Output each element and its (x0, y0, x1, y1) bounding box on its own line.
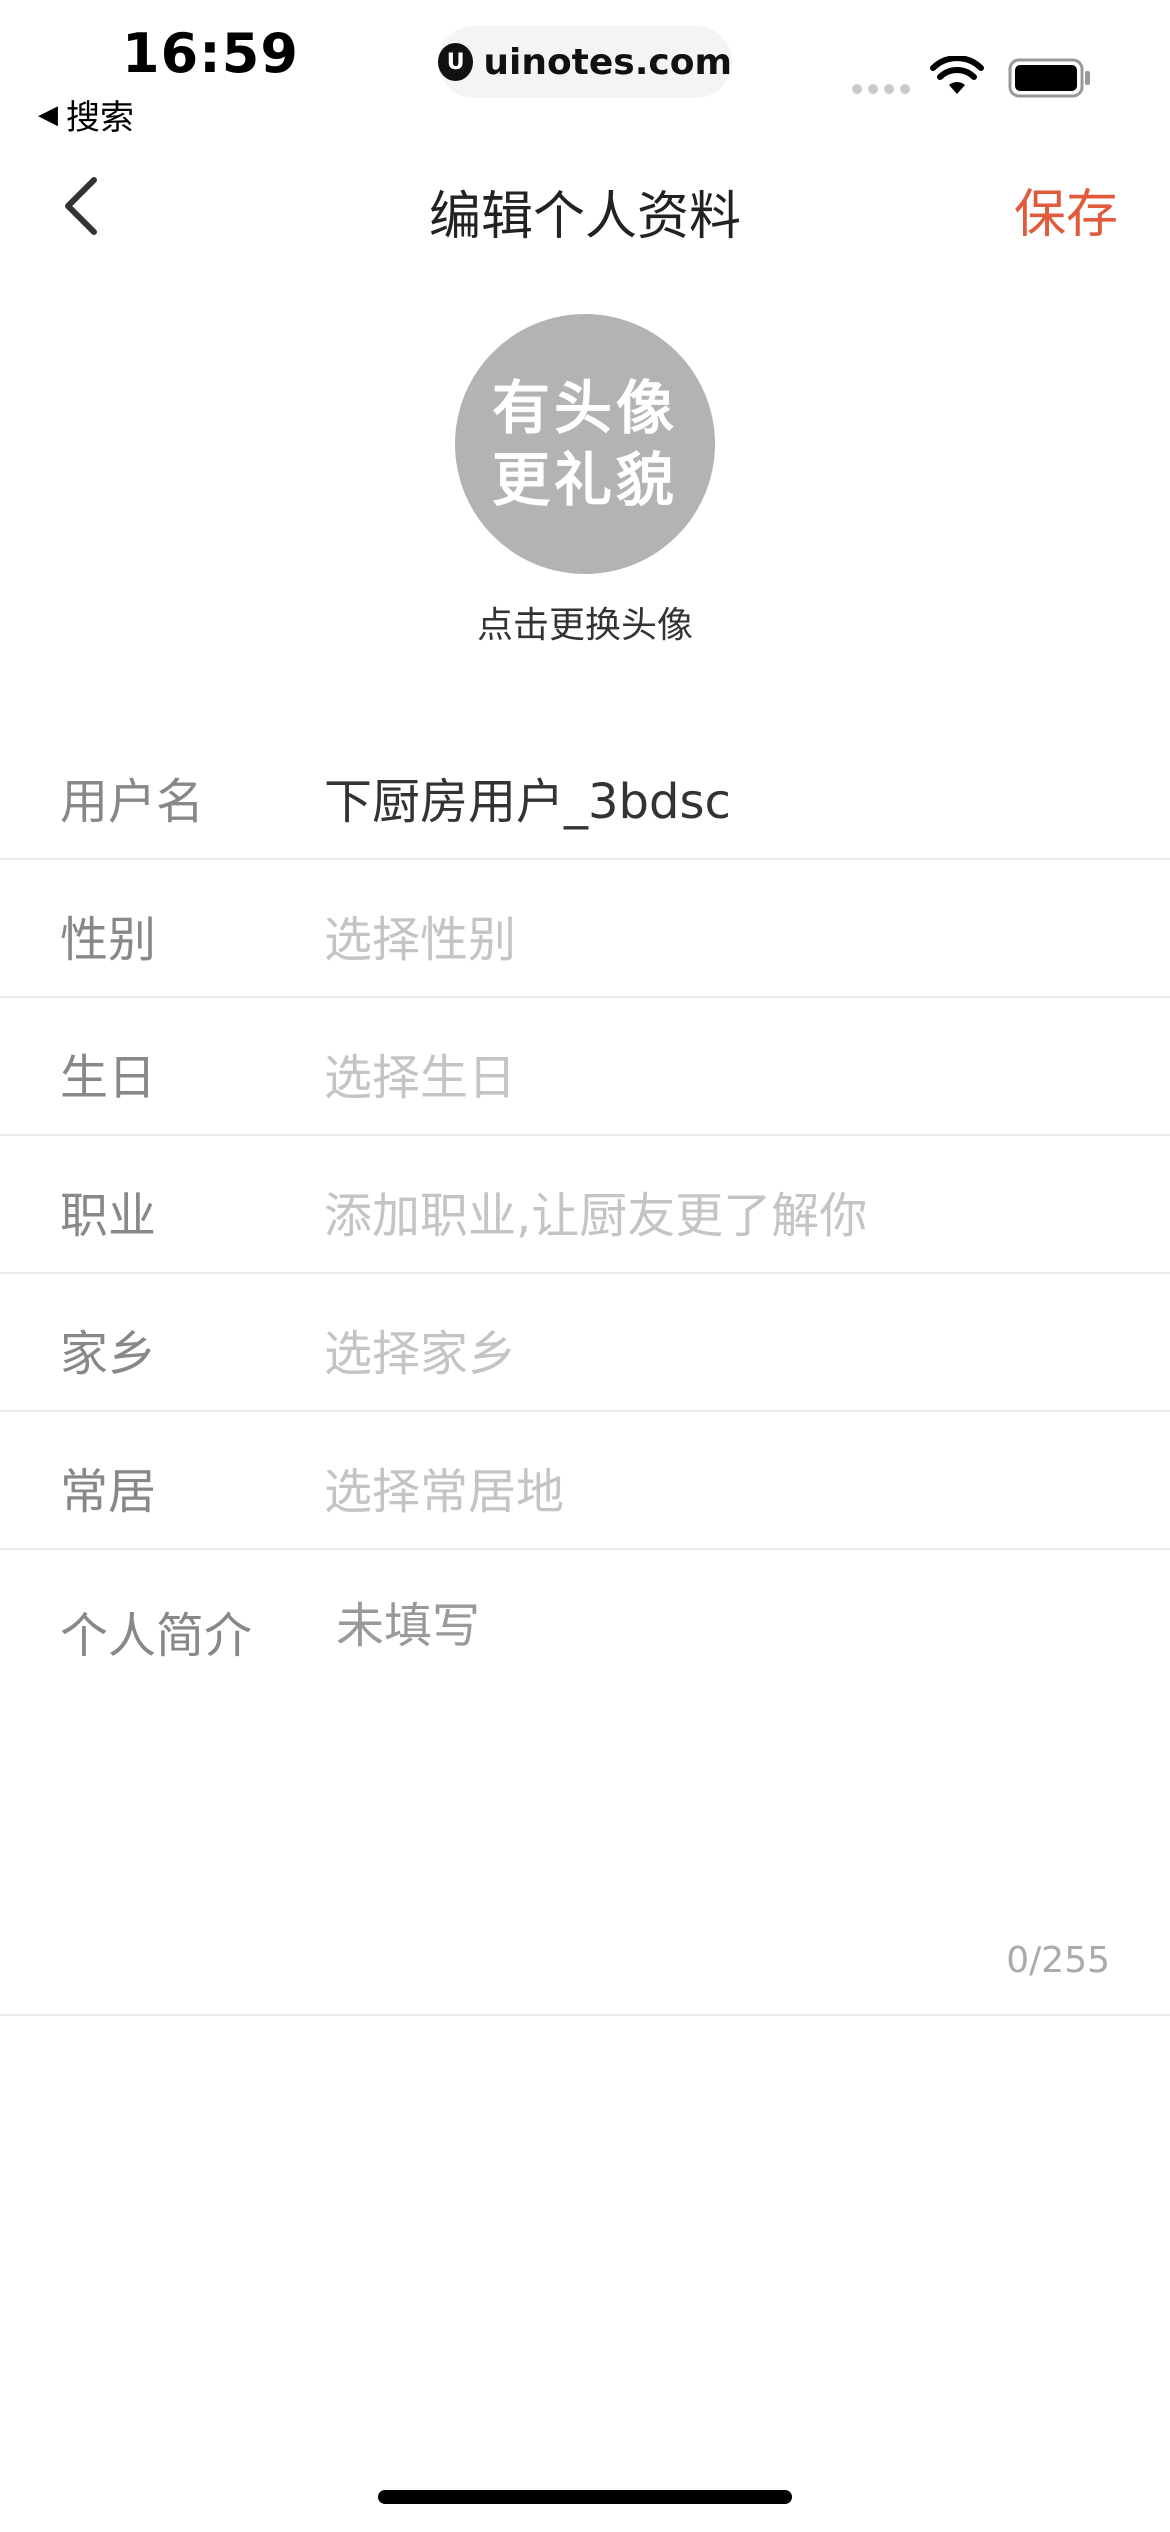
username-label: 用户名 (60, 774, 205, 830)
job-label: 职业 (60, 1188, 157, 1244)
username-row[interactable]: 用户名 下厨房用户_3bdsc (0, 722, 1170, 860)
url-text: uinotes.com (483, 41, 732, 83)
residence-label: 常居 (60, 1464, 157, 1520)
profile-form: 用户名 下厨房用户_3bdsc 性别 选择性别 生日 选择生日 职业 添加职业,… (0, 722, 1170, 2016)
page-title: 编辑个人资料 (428, 187, 741, 247)
gender-label: 性别 (60, 912, 157, 968)
hometown-label: 家乡 (60, 1326, 157, 1382)
avatar-text-line1: 有头像 (491, 374, 678, 442)
change-avatar-hint[interactable]: 点击更换头像 (0, 596, 1170, 648)
home-indicator[interactable] (378, 2490, 792, 2504)
cellular-signal-icon (852, 84, 910, 94)
wifi-icon (930, 56, 984, 94)
job-row[interactable]: 职业 添加职业,让厨友更了解你 (0, 1136, 1170, 1274)
birthday-row[interactable]: 生日 选择生日 (0, 998, 1170, 1136)
back-app-label: 搜索 (66, 98, 134, 138)
job-field[interactable]: 添加职业,让厨友更了解你 (324, 1176, 867, 1246)
status-bar: 16:59 ◀ 搜索 U uinotes.com (0, 0, 1170, 140)
bio-row: 个人简介 未填写 0/255 (0, 1550, 1170, 2016)
status-time: 16:59 (122, 22, 299, 85)
edit-profile-page: 16:59 ◀ 搜索 U uinotes.com 编辑个人资料 保存 有头像 更… (0, 0, 1170, 2532)
avatar-text-line2: 更礼貌 (491, 446, 678, 514)
bio-label: 个人简介 (60, 1608, 253, 1664)
hometown-row[interactable]: 家乡 选择家乡 (0, 1274, 1170, 1412)
birthday-label: 生日 (60, 1050, 157, 1106)
birthday-select[interactable]: 选择生日 (324, 1038, 516, 1108)
url-pill[interactable]: U uinotes.com (438, 26, 732, 98)
nav-bar: 编辑个人资料 保存 (0, 150, 1170, 260)
battery-icon (1008, 58, 1090, 98)
save-button[interactable]: 保存 (1014, 172, 1118, 247)
bio-char-count: 0/255 (1006, 1940, 1110, 1981)
residence-select[interactable]: 选择常居地 (324, 1452, 564, 1522)
avatar[interactable]: 有头像 更礼貌 (455, 314, 715, 574)
username-field[interactable]: 下厨房用户_3bdsc (324, 762, 731, 832)
back-to-app-button[interactable]: ◀ 搜索 (38, 90, 134, 139)
back-triangle-icon: ◀ (38, 99, 58, 130)
hometown-select[interactable]: 选择家乡 (324, 1314, 516, 1384)
gender-row[interactable]: 性别 选择性别 (0, 860, 1170, 998)
bio-textarea[interactable]: 未填写 (336, 1586, 480, 1656)
gender-select[interactable]: 选择性别 (324, 900, 516, 970)
site-logo-icon: U (438, 43, 474, 81)
residence-row[interactable]: 常居 选择常居地 (0, 1412, 1170, 1550)
